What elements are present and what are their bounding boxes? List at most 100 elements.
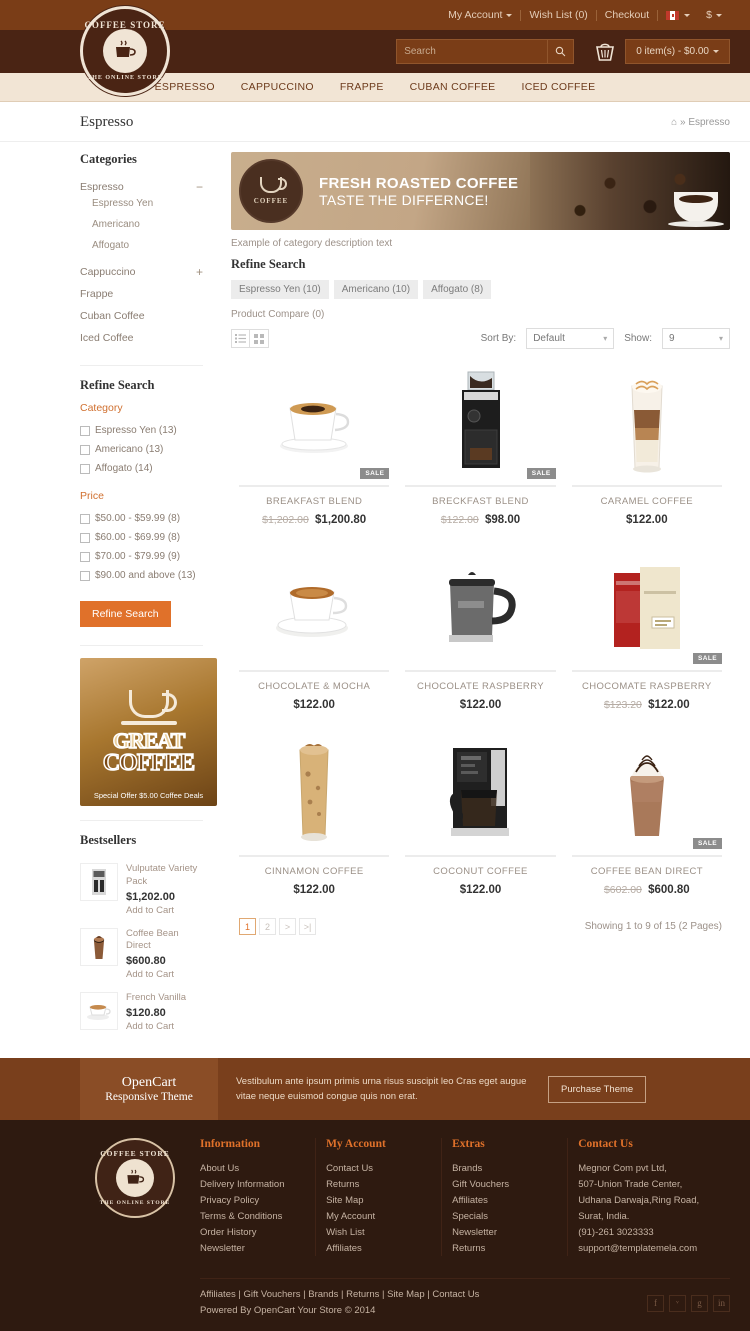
refine-search-button[interactable]: Refine Search [80, 601, 171, 627]
checkbox-icon[interactable] [80, 551, 90, 562]
sidebar-item-iced-coffee[interactable]: Iced Coffee [80, 327, 203, 349]
sidebar-item-espresso[interactable]: Espresso − Espresso Yen Americano Affoga… [80, 176, 203, 261]
product-card[interactable]: SALE CHOCOMATE RASPBERRY $123.20 $122.00 [564, 548, 730, 733]
facebook-icon[interactable]: f [647, 1294, 664, 1312]
product-name[interactable]: CINNAMON COFFEE [239, 866, 389, 877]
expand-icon[interactable]: + [196, 266, 203, 278]
page-1-button[interactable]: 1 [239, 918, 256, 935]
sidebar-subitem-affogato[interactable]: Affogato [92, 235, 203, 256]
contact-email[interactable]: support@templatemela.com [578, 1240, 720, 1256]
footer-link[interactable]: Delivery Information [200, 1176, 305, 1192]
search-box[interactable] [396, 39, 575, 64]
footer-link[interactable]: Affiliates [452, 1192, 557, 1208]
product-name[interactable]: CARAMEL COFFEE [572, 496, 722, 507]
checkbox-icon[interactable] [80, 532, 90, 543]
sidebar-subitem-americano[interactable]: Americano [92, 214, 203, 235]
product-thumbnail[interactable] [80, 927, 118, 966]
product-name[interactable]: CHOCOLATE & MOCHA [239, 681, 389, 692]
site-logo[interactable]: COFFEE STORE THE ONLINE STORE [80, 6, 170, 96]
wish-list-link[interactable]: Wish List (0) [521, 9, 595, 21]
twitter-icon[interactable]: ᵛ [669, 1294, 686, 1312]
footer-link[interactable]: My Account [326, 1208, 431, 1224]
product-image[interactable]: SALE [405, 363, 556, 481]
footer-link[interactable]: Gift Vouchers [452, 1176, 557, 1192]
product-name[interactable]: BREAKFAST BLEND [239, 496, 389, 507]
footer-link[interactable]: Wish List [326, 1224, 431, 1240]
footer-link[interactable]: Newsletter [200, 1240, 305, 1256]
refine-tag-espresso-yen[interactable]: Espresso Yen (10) [231, 280, 329, 299]
promo-banner-great-coffee[interactable]: GREAT COFFEE Special Offer $5.00 Coffee … [80, 658, 217, 806]
product-name[interactable]: Vulputate Variety Pack [126, 863, 203, 889]
breadcrumb-home-icon[interactable]: ⌂ [671, 117, 677, 128]
checkout-link[interactable]: Checkout [597, 9, 657, 21]
breadcrumb-current[interactable]: Espresso [688, 117, 730, 128]
list-item[interactable]: Coffee Bean Direct $600.80 Add to Cart [80, 922, 203, 987]
footer-link[interactable]: Order History [200, 1224, 305, 1240]
footer-logo[interactable]: COFFEE STORE THE ONLINE STORE [80, 1138, 190, 1256]
footer-link[interactable]: Affiliates [326, 1240, 431, 1256]
filter-price-90-above[interactable]: $90.00 and above (13) [80, 566, 203, 585]
sidebar-subitem-espresso-yen[interactable]: Espresso Yen [92, 193, 203, 214]
show-select[interactable]: 9 ▾ [662, 328, 730, 349]
checkbox-icon[interactable] [80, 463, 90, 474]
product-thumbnail[interactable] [80, 992, 118, 1031]
product-card[interactable]: CINNAMON COFFEE $122.00 [231, 733, 397, 918]
product-thumbnail[interactable] [80, 863, 118, 901]
product-card[interactable]: CHOCOLATE & MOCHA $122.00 [231, 548, 397, 733]
product-image[interactable] [405, 733, 556, 851]
checkbox-icon[interactable] [80, 425, 90, 436]
product-name[interactable]: French Vanilla [126, 992, 186, 1005]
footer-link[interactable]: Terms & Conditions [200, 1208, 305, 1224]
footer-link[interactable]: Contact Us [326, 1160, 431, 1176]
product-name[interactable]: Coffee Bean Direct [126, 928, 203, 954]
linkedin-icon[interactable]: in [713, 1294, 730, 1312]
filter-price-50-59[interactable]: $50.00 - $59.99 (8) [80, 509, 203, 528]
product-card[interactable]: COCONUT COFFEE $122.00 [397, 733, 563, 918]
product-compare-link[interactable]: Product Compare (0) [231, 309, 730, 320]
product-name[interactable]: COFFEE BEAN DIRECT [572, 866, 722, 877]
checkbox-icon[interactable] [80, 444, 90, 455]
cart-total-button[interactable]: 0 item(s) - $0.00 [625, 39, 730, 64]
add-to-cart-link[interactable]: Add to Cart [126, 1021, 186, 1032]
category-banner[interactable]: COFFEE FRESH ROASTED COFFEE TASTE THE DI… [231, 152, 730, 230]
product-image[interactable] [405, 548, 556, 666]
bottom-nav-links[interactable]: Affiliates | Gift Vouchers | Brands | Re… [200, 1287, 479, 1303]
footer-link[interactable]: Privacy Policy [200, 1192, 305, 1208]
product-card[interactable]: SALE COFFEE BEAN DIRECT $602.00 $600.80 [564, 733, 730, 918]
cart-icon-box[interactable] [584, 31, 626, 72]
search-button[interactable] [547, 40, 573, 63]
collapse-icon[interactable]: − [196, 181, 203, 193]
sort-by-select[interactable]: Default ▾ [526, 328, 615, 349]
product-card[interactable]: SALE BREAKFAST BLEND $1,202.00 $1,200.80 [231, 363, 397, 548]
filter-price-60-69[interactable]: $60.00 - $69.99 (8) [80, 528, 203, 547]
product-name[interactable]: CHOCOMATE RASPBERRY [572, 681, 722, 692]
product-image[interactable] [239, 548, 390, 666]
list-view-button[interactable] [231, 329, 250, 348]
nav-item-frappe[interactable]: FRAPPE [327, 81, 397, 93]
list-item[interactable]: French Vanilla $120.80 Add to Cart [80, 986, 203, 1038]
filter-affogato[interactable]: Affogato (14) [80, 459, 203, 478]
nav-item-cuban-coffee[interactable]: CUBAN COFFEE [397, 81, 509, 93]
search-input[interactable] [397, 46, 548, 57]
sidebar-item-cuban-coffee[interactable]: Cuban Coffee [80, 305, 203, 327]
filter-espresso-yen[interactable]: Espresso Yen (13) [80, 421, 203, 440]
footer-link[interactable]: Newsletter [452, 1224, 557, 1240]
add-to-cart-link[interactable]: Add to Cart [126, 969, 203, 980]
product-image[interactable]: SALE [571, 548, 722, 666]
page-2-button[interactable]: 2 [259, 918, 276, 935]
product-card[interactable]: SALE BRECKFAST BLEND $122.00 $98.00 [397, 363, 563, 548]
footer-link[interactable]: Specials [452, 1208, 557, 1224]
contact-phone[interactable]: (91)-261 3023333 [578, 1224, 720, 1240]
product-card[interactable]: CHOCOLATE RASPBERRY $122.00 [397, 548, 563, 733]
product-image[interactable]: SALE [571, 733, 722, 851]
refine-tag-americano[interactable]: Americano (10) [333, 280, 419, 299]
product-image[interactable]: SALE [239, 363, 390, 481]
product-card[interactable]: CARAMEL COFFEE $122.00 [564, 363, 730, 548]
last-page-button[interactable]: >| [299, 918, 316, 935]
filter-price-70-79[interactable]: $70.00 - $79.99 (9) [80, 547, 203, 566]
footer-link[interactable]: Returns [452, 1240, 557, 1256]
footer-link[interactable]: Site Map [326, 1192, 431, 1208]
list-item[interactable]: Vulputate Variety Pack $1,202.00 Add to … [80, 857, 203, 922]
my-account-link[interactable]: My Account [440, 9, 520, 21]
add-to-cart-link[interactable]: Add to Cart [126, 905, 203, 916]
